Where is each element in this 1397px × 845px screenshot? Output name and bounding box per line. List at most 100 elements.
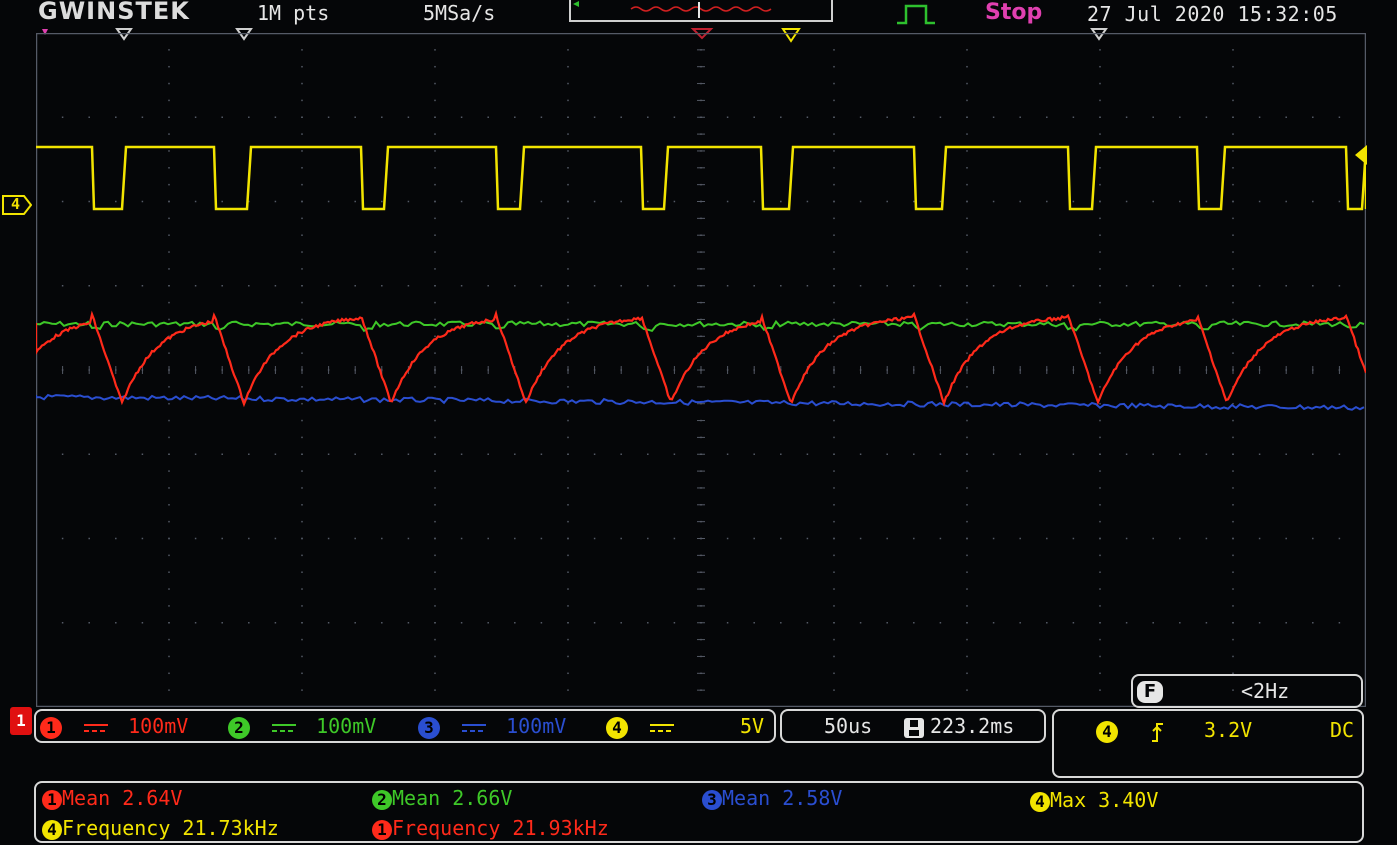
grid-dot — [540, 285, 543, 287]
grid-dot — [966, 655, 968, 658]
grid-dot — [913, 285, 915, 287]
grid-dot — [354, 453, 356, 455]
ch4-scale[interactable]: 4 5V — [606, 714, 764, 739]
grid-dot — [514, 116, 516, 118]
ch1-scale[interactable]: 1 100mV — [40, 714, 188, 739]
grid-dot — [194, 285, 197, 287]
grid-dot — [407, 453, 410, 455]
grid-dot — [1205, 453, 1208, 455]
trigger-level-icon[interactable] — [1354, 144, 1368, 166]
grid-dot — [833, 554, 835, 557]
grid-dot — [88, 622, 90, 624]
grid-dot — [567, 537, 569, 540]
grid-dot — [487, 200, 489, 203]
grid-dot — [487, 285, 489, 287]
grid-dot — [301, 689, 303, 691]
grid-dot — [939, 116, 942, 118]
grid-dot — [1099, 133, 1101, 135]
grid-dot — [1099, 453, 1101, 455]
grid-dot — [168, 217, 170, 220]
grid-dot — [1019, 116, 1021, 118]
grid-dot — [833, 65, 835, 68]
grid-dot — [966, 301, 968, 304]
grid-dot — [567, 49, 569, 51]
ch3-scale[interactable]: 3 100mV — [418, 714, 566, 739]
grid-dot — [1099, 386, 1101, 388]
grid-dot — [141, 285, 144, 287]
grid-dot — [567, 689, 569, 691]
measurement-ch4-frequency[interactable]: 4 Frequency 21.73kHz — [42, 816, 279, 840]
grid-dot — [1232, 116, 1234, 118]
grid-dot — [1285, 537, 1287, 540]
grid-dot — [833, 638, 835, 641]
grid-dot — [567, 571, 569, 573]
grid-dot — [1099, 571, 1101, 573]
grid-dot — [833, 268, 835, 270]
grid-dot — [381, 285, 383, 287]
grid-dot — [567, 554, 569, 557]
grid-dot — [115, 285, 117, 287]
trigger-panel[interactable]: 4 3.2V DC — [1052, 709, 1364, 778]
grid-dot — [726, 116, 729, 118]
grid-dot — [833, 605, 835, 607]
grid-dot — [833, 487, 835, 489]
grid-dot — [327, 622, 330, 624]
run-stop-status[interactable]: Stop — [985, 0, 1042, 25]
grid-dot — [567, 251, 569, 253]
grid-dot — [966, 504, 968, 506]
grid-dot — [1019, 285, 1021, 287]
grid-dot — [833, 116, 835, 118]
grid-dot — [1072, 116, 1075, 118]
grid-dot — [221, 200, 223, 203]
ch1-scale-value: 100mV — [128, 714, 189, 738]
grid-dot — [1099, 520, 1101, 523]
measurement-ch3-mean[interactable]: 3 Mean 2.58V — [702, 786, 842, 810]
grid-dot — [434, 504, 436, 506]
ch4-level-marker[interactable]: 4 — [2, 195, 32, 215]
grid-dot — [1152, 116, 1154, 118]
grid-dot — [168, 622, 170, 624]
grid-dot — [726, 285, 729, 287]
grid-dot — [1365, 116, 1366, 118]
grid-dot — [833, 183, 835, 186]
ch1-level-marker[interactable]: 1 — [10, 707, 32, 735]
waveform-display[interactable] — [36, 33, 1366, 707]
grid-dot — [966, 133, 968, 135]
grid-dot — [859, 200, 862, 203]
grid-dot — [647, 285, 649, 287]
grid-dot — [1232, 622, 1234, 624]
waveform-overview[interactable] — [569, 0, 833, 22]
grid-dot — [487, 622, 489, 624]
grid-dot — [859, 116, 862, 118]
measurement-ch4-max[interactable]: 4 Max 3.40V — [1030, 788, 1158, 812]
grid-dot — [780, 622, 782, 624]
grid-dot — [301, 554, 303, 557]
grid-dot — [221, 537, 223, 540]
frequency-counter-panel[interactable]: F <2Hz — [1131, 674, 1363, 708]
ch2-scale[interactable]: 2 100mV — [228, 714, 376, 739]
measurement-ch2-mean[interactable]: 2 Mean 2.66V — [372, 786, 512, 810]
grid-dot — [1205, 622, 1208, 624]
grid-dot — [434, 571, 436, 573]
grid-dot — [194, 622, 197, 624]
grid-dot — [1019, 622, 1021, 624]
grid-dot — [514, 537, 516, 540]
timebase-panel[interactable]: 50us 223.2ms — [780, 709, 1046, 743]
grid-dot — [1232, 655, 1234, 658]
grid-dot — [434, 116, 436, 118]
grid-dot — [434, 386, 436, 388]
grid-dot — [567, 588, 569, 590]
grid-dot — [1232, 318, 1234, 321]
grid-dot — [1285, 116, 1287, 118]
measurement-value: Frequency 21.93kHz — [392, 816, 609, 840]
grid-dot — [567, 386, 569, 388]
measurement-ch1-frequency[interactable]: 1 Frequency 21.93kHz — [372, 816, 609, 840]
measurement-ch1-mean[interactable]: 1 Mean 2.64V — [42, 786, 182, 810]
grid-dot — [434, 133, 436, 135]
grid-dot — [1365, 622, 1366, 624]
grid-dot — [567, 453, 569, 455]
grid-dot — [886, 285, 888, 287]
grid-dot — [833, 200, 835, 203]
grid-dot — [301, 251, 303, 253]
grid-dot — [1258, 453, 1261, 455]
